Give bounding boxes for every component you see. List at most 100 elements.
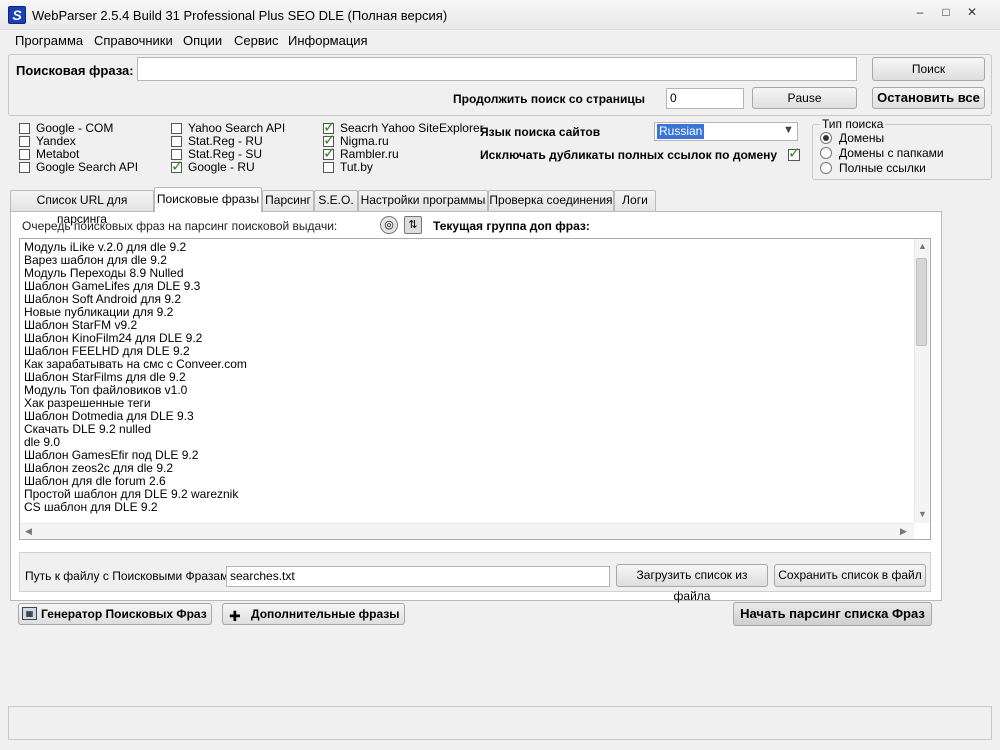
queue-label: Очередь поисковых фраз на парсинг поиско… [22,219,338,233]
list-item[interactable]: Модуль iLike v.2.0 для dle 9.2 [24,240,186,254]
scroll-up-icon[interactable]: ▲ [918,241,927,251]
radio-label: Полные ссылки [839,161,926,175]
engine-checkbox-google-ru[interactable] [171,157,184,175]
menu-options[interactable]: Опции [183,33,222,48]
phrase-generator-button[interactable]: ▦ Генератор Поисковых Фраз [18,603,212,625]
list-item[interactable]: Хак разрешенные теги [24,396,151,410]
extra-phrases-label: Дополнительные фразы [251,607,400,621]
engine-label: Tut.by [340,160,373,174]
radio-domains[interactable] [820,132,832,144]
tab-seo[interactable]: S.E.O. [314,190,358,211]
file-path-label: Путь к файлу с Поисковыми Фразами [25,569,236,583]
engine-checkbox-rambler[interactable] [323,144,336,162]
list-item[interactable]: Шаблон zeos2c для dle 9.2 [24,461,173,475]
chevron-down-icon[interactable]: ▼ [783,124,794,136]
import-icon[interactable]: ⇅ [404,216,422,234]
search-phrase-input[interactable] [137,57,857,81]
radio-label: Домены [839,131,885,145]
list-item[interactable]: Шаблон StarFilms для dle 9.2 [24,370,186,384]
clear-list-icon[interactable]: ◎ [380,216,398,234]
list-item[interactable]: Шаблон Dotmedia для DLE 9.3 [24,409,194,423]
current-group-label: Текущая группа доп фраз: [433,219,590,233]
engine-checkbox-yandex[interactable] [19,136,30,147]
list-item[interactable]: Шаблон KinoFilm24 для DLE 9.2 [24,331,202,345]
radio-label: Домены с папками [839,146,944,160]
save-list-button[interactable]: Сохранить список в файл [774,564,926,587]
list-item[interactable]: Шаблон FEELHD для DLE 9.2 [24,344,190,358]
search-phrase-label: Поисковая фраза: [16,63,134,78]
minimize-button[interactable]: – [908,3,932,21]
menu-info[interactable]: Информация [288,33,368,48]
language-select-value: Russian [657,124,705,139]
phrase-queue-list[interactable]: Модуль iLike v.2.0 для dle 9.2 Варез шаб… [19,238,931,540]
start-page-input[interactable]: 0 [666,88,744,109]
scroll-left-icon[interactable]: ◀ [25,526,32,537]
load-list-button[interactable]: Загрузить список из файла [616,564,768,603]
engine-checkbox-tutby[interactable] [323,162,334,173]
scroll-right-icon[interactable]: ▶ [900,526,907,537]
list-item[interactable]: Модуль Топ файловиков v1.0 [24,383,187,397]
search-button[interactable]: Поиск [872,57,985,81]
menu-program[interactable]: Программа [15,33,83,48]
list-item[interactable]: Шаблон GameLifes для DLE 9.3 [24,279,200,293]
engine-label: Yandex [36,134,76,148]
start-parsing-button[interactable]: Начать парсинг списка Фраз [733,602,932,626]
close-button[interactable]: ✕ [960,3,984,21]
scroll-down-icon[interactable]: ▼ [918,509,927,519]
engine-label: Google Search API [36,160,139,174]
list-item[interactable]: Шаблон StarFM v9.2 [24,318,137,332]
list-item[interactable]: Шаблон GamesEfir под DLE 9.2 [24,448,198,462]
radio-full-links[interactable] [820,162,832,174]
file-path-input[interactable]: searches.txt [226,566,610,587]
puzzle-icon: ✚ [229,608,241,624]
menu-service[interactable]: Сервис [234,33,279,48]
engine-label: Google - RU [188,160,255,174]
engine-label: Yahoo Search API [188,121,286,135]
search-type-legend: Тип поиска [820,117,886,131]
tab-parsing[interactable]: Парсинг [262,190,314,211]
menu-references[interactable]: Справочники [94,33,173,48]
engine-checkbox-yahoo-search-api[interactable] [171,123,182,134]
list-item[interactable]: Скачать DLE 9.2 nulled [24,422,151,436]
language-label: Язык поиска сайтов [480,125,601,139]
engine-label: Rambler.ru [340,147,399,161]
list-item[interactable]: Варез шаблон для dle 9.2 [24,253,167,267]
tab-settings[interactable]: Настройки программы [358,190,488,211]
status-bar [8,706,992,740]
tab-connection-check[interactable]: Проверка соединения [488,190,614,211]
tab-url-list[interactable]: Список URL для парсинга [10,190,154,226]
extra-phrases-button[interactable]: ✚ Дополнительные фразы [222,603,405,625]
pause-button[interactable]: Pause [752,87,857,109]
list-item[interactable]: Новые публикации для 9.2 [24,305,173,319]
engine-checkbox-google-search-api[interactable] [19,162,30,173]
tab-search-phrases[interactable]: Поисковые фразы [154,187,262,212]
radio-domains-folders[interactable] [820,147,832,159]
engine-checkbox-metabot[interactable] [19,149,30,160]
list-item[interactable]: Модуль Переходы 8.9 Nulled [24,266,184,280]
engine-label: Stat.Reg - SU [188,147,263,161]
list-item[interactable]: dle 9.0 [24,435,60,449]
dedupe-checkbox[interactable] [788,144,801,162]
app-logo-icon: S [8,6,26,24]
engine-label: Seacrh Yahoo SiteExplorer [340,121,484,135]
maximize-button[interactable]: □ [934,3,958,21]
calculator-icon: ▦ [22,607,37,620]
engine-checkbox-google-com[interactable] [19,123,30,134]
list-item[interactable]: Шаблон для dle forum 2.6 [24,474,166,488]
stop-all-button[interactable]: Остановить все [872,87,985,109]
window-title: WebParser 2.5.4 Build 31 Professional Pl… [32,8,448,23]
engine-label: Stat.Reg - RU [188,134,263,148]
engine-label: Metabot [36,147,80,161]
list-item[interactable]: Шаблон Soft Android для 9.2 [24,292,181,306]
phrase-generator-label: Генератор Поисковых Фраз [41,607,207,621]
list-item[interactable]: CS шаблон для DLE 9.2 [24,500,158,514]
engine-checkbox-statreg-ru[interactable] [171,136,182,147]
horizontal-scrollbar[interactable] [20,523,914,539]
tab-logs[interactable]: Логи [614,190,656,211]
list-item[interactable]: Как зарабатывать на смс с Conveer.com [24,357,247,371]
language-select[interactable]: Russian ▼ [654,122,798,141]
vertical-scroll-thumb[interactable] [916,258,927,346]
engine-label: Google - COM [36,121,114,135]
engine-label: Nigma.ru [340,134,389,148]
list-item[interactable]: Простой шаблон для DLE 9.2 wareznik [24,487,238,501]
